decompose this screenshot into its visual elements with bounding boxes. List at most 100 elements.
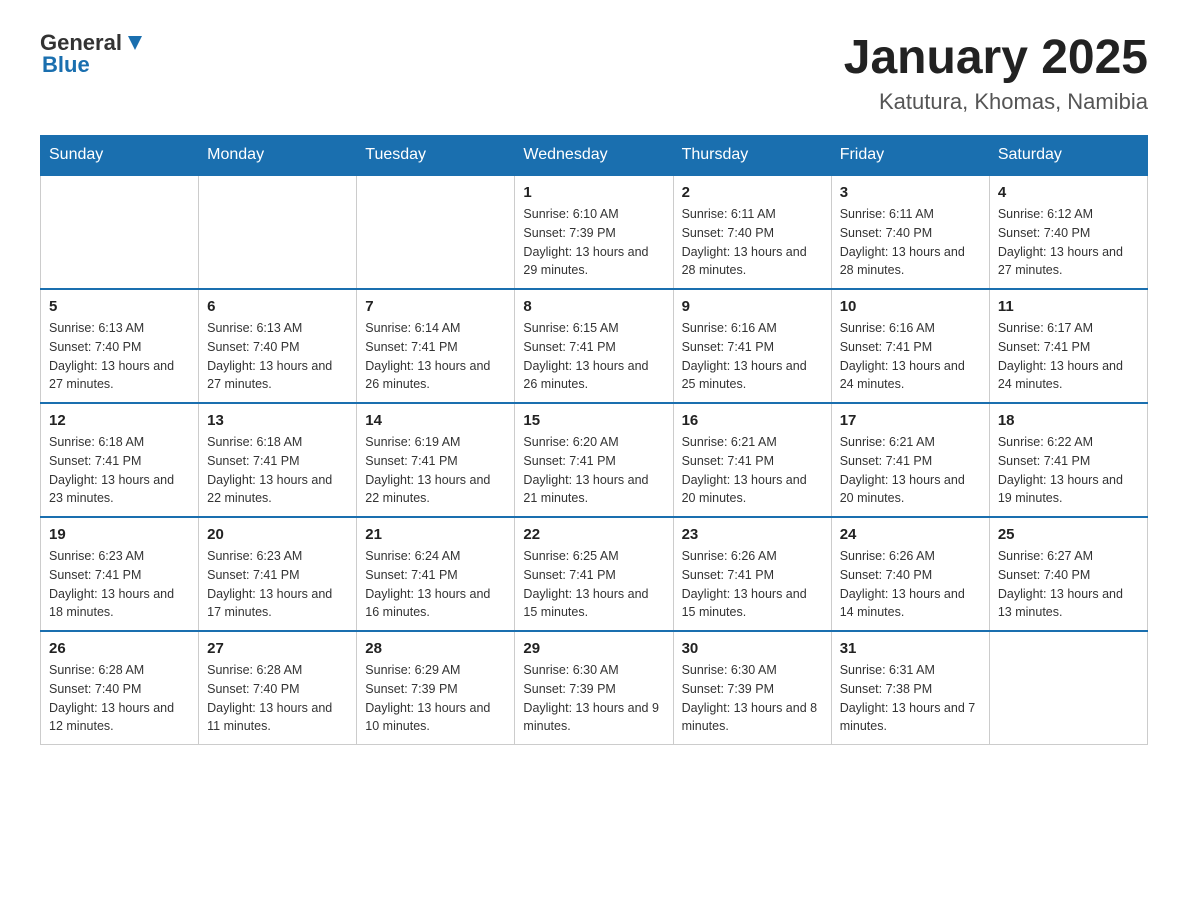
day-cell: 1 Sunrise: 6:10 AMSunset: 7:39 PMDaylight… xyxy=(515,175,673,289)
week-row-1: 1 Sunrise: 6:10 AMSunset: 7:39 PMDaylight… xyxy=(41,175,1148,289)
day-info: Sunrise: 6:20 AMSunset: 7:41 PMDaylight:… xyxy=(523,433,664,508)
day-cell: 15Sunrise: 6:20 AMSunset: 7:41 PMDayligh… xyxy=(515,403,673,517)
header-cell-saturday: Saturday xyxy=(989,136,1147,176)
day-cell: 26 Sunrise: 6:28 AMSunset: 7:40 PMDayligh… xyxy=(41,631,199,745)
day-number: 23 xyxy=(682,526,823,543)
day-number: 16 xyxy=(682,412,823,429)
day-number: 25 xyxy=(998,526,1139,543)
day-info: Sunrise: 6:14 AMSunset: 7:41 PMDaylight:… xyxy=(365,319,506,394)
day-cell: 25 Sunrise: 6:27 AMSunset: 7:40 PMDayligh… xyxy=(989,517,1147,631)
day-cell: 6 Sunrise: 6:13 AMSunset: 7:40 PMDaylight… xyxy=(199,289,357,403)
day-info: Sunrise: 6:29 AMSunset: 7:39 PMDaylight:… xyxy=(365,661,506,736)
day-number: 18 xyxy=(998,412,1139,429)
day-number: 20 xyxy=(207,526,348,543)
day-cell: 29 Sunrise: 6:30 AMSunset: 7:39 PMDayligh… xyxy=(515,631,673,745)
day-cell: 21 Sunrise: 6:24 AMSunset: 7:41 PMDayligh… xyxy=(357,517,515,631)
day-info: Sunrise: 6:31 AMSunset: 7:38 PMDaylight:… xyxy=(840,661,981,736)
day-cell: 30 Sunrise: 6:30 AMSunset: 7:39 PMDayligh… xyxy=(673,631,831,745)
day-number: 28 xyxy=(365,640,506,657)
header-cell-tuesday: Tuesday xyxy=(357,136,515,176)
header-cell-friday: Friday xyxy=(831,136,989,176)
calendar-subtitle: Katutura, Khomas, Namibia xyxy=(844,89,1148,115)
day-number: 19 xyxy=(49,526,190,543)
day-number: 1 xyxy=(523,184,664,201)
day-info: Sunrise: 6:19 AMSunset: 7:41 PMDaylight:… xyxy=(365,433,506,508)
day-cell: 19 Sunrise: 6:23 AMSunset: 7:41 PMDayligh… xyxy=(41,517,199,631)
day-info: Sunrise: 6:11 AMSunset: 7:40 PMDaylight:… xyxy=(682,205,823,280)
calendar-table: SundayMondayTuesdayWednesdayThursdayFrid… xyxy=(40,135,1148,745)
day-number: 4 xyxy=(998,184,1139,201)
day-info: Sunrise: 6:26 AMSunset: 7:41 PMDaylight:… xyxy=(682,547,823,622)
day-info: Sunrise: 6:16 AMSunset: 7:41 PMDaylight:… xyxy=(840,319,981,394)
day-number: 9 xyxy=(682,298,823,315)
day-info: Sunrise: 6:24 AMSunset: 7:41 PMDaylight:… xyxy=(365,547,506,622)
day-info: Sunrise: 6:11 AMSunset: 7:40 PMDaylight:… xyxy=(840,205,981,280)
day-info: Sunrise: 6:13 AMSunset: 7:40 PMDaylight:… xyxy=(49,319,190,394)
day-info: Sunrise: 6:16 AMSunset: 7:41 PMDaylight:… xyxy=(682,319,823,394)
header-cell-wednesday: Wednesday xyxy=(515,136,673,176)
day-cell: 10 Sunrise: 6:16 AMSunset: 7:41 PMDayligh… xyxy=(831,289,989,403)
day-cell: 11 Sunrise: 6:17 AMSunset: 7:41 PMDayligh… xyxy=(989,289,1147,403)
day-cell: 8 Sunrise: 6:15 AMSunset: 7:41 PMDaylight… xyxy=(515,289,673,403)
day-info: Sunrise: 6:30 AMSunset: 7:39 PMDaylight:… xyxy=(523,661,664,736)
day-number: 27 xyxy=(207,640,348,657)
day-cell: 31Sunrise: 6:31 AMSunset: 7:38 PMDayligh… xyxy=(831,631,989,745)
day-number: 26 xyxy=(49,640,190,657)
day-cell: 14 Sunrise: 6:19 AMSunset: 7:41 PMDayligh… xyxy=(357,403,515,517)
day-info: Sunrise: 6:17 AMSunset: 7:41 PMDaylight:… xyxy=(998,319,1139,394)
day-cell: 17 Sunrise: 6:21 AMSunset: 7:41 PMDayligh… xyxy=(831,403,989,517)
header-row: SundayMondayTuesdayWednesdayThursdayFrid… xyxy=(41,136,1148,176)
day-cell: 20 Sunrise: 6:23 AMSunset: 7:41 PMDayligh… xyxy=(199,517,357,631)
day-number: 30 xyxy=(682,640,823,657)
day-info: Sunrise: 6:27 AMSunset: 7:40 PMDaylight:… xyxy=(998,547,1139,622)
day-number: 5 xyxy=(49,298,190,315)
day-number: 17 xyxy=(840,412,981,429)
day-number: 8 xyxy=(523,298,664,315)
day-number: 29 xyxy=(523,640,664,657)
day-info: Sunrise: 6:15 AMSunset: 7:41 PMDaylight:… xyxy=(523,319,664,394)
logo-blue-text: Blue xyxy=(42,52,90,78)
day-number: 14 xyxy=(365,412,506,429)
day-info: Sunrise: 6:18 AMSunset: 7:41 PMDaylight:… xyxy=(207,433,348,508)
day-number: 22 xyxy=(523,526,664,543)
day-cell: 9 Sunrise: 6:16 AMSunset: 7:41 PMDaylight… xyxy=(673,289,831,403)
calendar-body: 1 Sunrise: 6:10 AMSunset: 7:39 PMDaylight… xyxy=(41,175,1148,745)
day-cell: 28 Sunrise: 6:29 AMSunset: 7:39 PMDayligh… xyxy=(357,631,515,745)
calendar-title: January 2025 xyxy=(844,30,1148,85)
day-cell: 23 Sunrise: 6:26 AMSunset: 7:41 PMDayligh… xyxy=(673,517,831,631)
day-number: 12 xyxy=(49,412,190,429)
day-info: Sunrise: 6:21 AMSunset: 7:41 PMDaylight:… xyxy=(682,433,823,508)
day-info: Sunrise: 6:21 AMSunset: 7:41 PMDaylight:… xyxy=(840,433,981,508)
day-info: Sunrise: 6:10 AMSunset: 7:39 PMDaylight:… xyxy=(523,205,664,280)
day-cell xyxy=(357,175,515,289)
day-cell: 27 Sunrise: 6:28 AMSunset: 7:40 PMDayligh… xyxy=(199,631,357,745)
day-number: 21 xyxy=(365,526,506,543)
day-cell: 24 Sunrise: 6:26 AMSunset: 7:40 PMDayligh… xyxy=(831,517,989,631)
day-info: Sunrise: 6:28 AMSunset: 7:40 PMDaylight:… xyxy=(49,661,190,736)
header-cell-thursday: Thursday xyxy=(673,136,831,176)
day-info: Sunrise: 6:28 AMSunset: 7:40 PMDaylight:… xyxy=(207,661,348,736)
day-cell xyxy=(199,175,357,289)
week-row-4: 19 Sunrise: 6:23 AMSunset: 7:41 PMDayligh… xyxy=(41,517,1148,631)
header-cell-monday: Monday xyxy=(199,136,357,176)
day-cell: 13Sunrise: 6:18 AMSunset: 7:41 PMDayligh… xyxy=(199,403,357,517)
page-header: General Blue January 2025 Katutura, Khom… xyxy=(40,30,1148,115)
day-cell: 12Sunrise: 6:18 AMSunset: 7:41 PMDayligh… xyxy=(41,403,199,517)
day-info: Sunrise: 6:26 AMSunset: 7:40 PMDaylight:… xyxy=(840,547,981,622)
day-cell: 5 Sunrise: 6:13 AMSunset: 7:40 PMDaylight… xyxy=(41,289,199,403)
day-number: 6 xyxy=(207,298,348,315)
day-info: Sunrise: 6:30 AMSunset: 7:39 PMDaylight:… xyxy=(682,661,823,736)
week-row-3: 12 Sunrise: 6:18 AMSunset: 7:41 PMDayligh… xyxy=(41,403,1148,517)
logo-triangle-icon xyxy=(124,32,146,54)
day-number: 10 xyxy=(840,298,981,315)
day-cell: 2Sunrise: 6:11 AMSunset: 7:40 PMDaylight… xyxy=(673,175,831,289)
day-number: 11 xyxy=(998,298,1139,315)
day-cell xyxy=(989,631,1147,745)
day-cell: 4Sunrise: 6:12 AMSunset: 7:40 PMDaylight… xyxy=(989,175,1147,289)
day-number: 24 xyxy=(840,526,981,543)
logo: General Blue xyxy=(40,30,146,78)
header-cell-sunday: Sunday xyxy=(41,136,199,176)
day-info: Sunrise: 6:23 AMSunset: 7:41 PMDaylight:… xyxy=(207,547,348,622)
day-info: Sunrise: 6:23 AMSunset: 7:41 PMDaylight:… xyxy=(49,547,190,622)
day-info: Sunrise: 6:13 AMSunset: 7:40 PMDaylight:… xyxy=(207,319,348,394)
